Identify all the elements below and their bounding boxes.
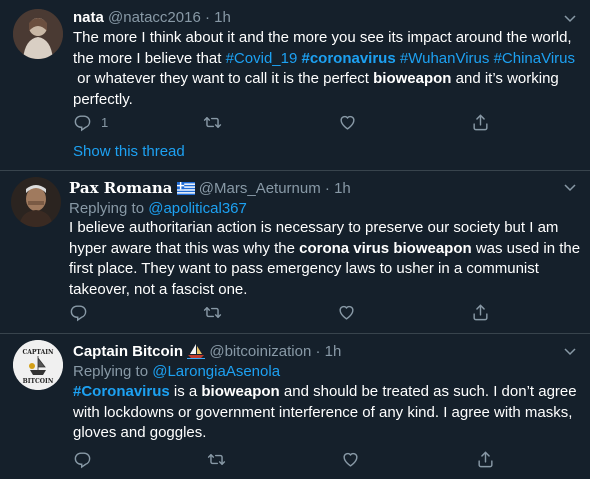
sailboat-icon bbox=[187, 344, 206, 359]
chevron-down-icon[interactable] bbox=[562, 179, 578, 195]
reply-button[interactable]: 1 bbox=[73, 113, 108, 132]
hashtag-link[interactable]: #WuhanVirus bbox=[400, 50, 490, 67]
tweet-text-segment: bioweapon bbox=[373, 70, 452, 87]
replying-to-prefix: Replying to bbox=[73, 363, 149, 380]
share-icon bbox=[471, 303, 490, 322]
timestamp[interactable]: 1h bbox=[334, 180, 351, 197]
tweet[interactable]: CAPTAIN BITCOIN Captain Bitcoin @bitcoin… bbox=[0, 334, 590, 479]
tweet-text-segment: the more I believe that bbox=[73, 49, 226, 67]
chevron-down-icon[interactable] bbox=[562, 343, 578, 359]
tweet-text-line: with lockdowns or government interferenc… bbox=[73, 403, 578, 424]
tweet-text-segment: The more I think about it and the more y… bbox=[73, 29, 572, 46]
reply-icon bbox=[73, 113, 92, 132]
share-icon bbox=[476, 450, 495, 469]
like-button[interactable] bbox=[337, 303, 356, 322]
like-button[interactable] bbox=[341, 450, 360, 469]
share-button[interactable] bbox=[476, 450, 495, 469]
tweet-text-segment: is a bbox=[169, 383, 202, 400]
replying-to-link[interactable]: @apolitical367 bbox=[148, 200, 247, 217]
tweet[interactable]: Pax Romana @Mars_Aeturnum · 1h Replying … bbox=[0, 171, 590, 333]
replying-to-prefix: Replying to bbox=[69, 200, 145, 217]
reply-icon bbox=[69, 303, 88, 322]
tweet-text-segment: and should be treated as such. I don’t a… bbox=[279, 383, 577, 400]
separator-dot: · bbox=[324, 180, 330, 197]
tweet-text-segment: corona virus bioweapon bbox=[299, 239, 472, 257]
action-bar bbox=[69, 303, 574, 323]
tweet-text-line: #Coronavirus is a bioweapon and should b… bbox=[73, 382, 578, 403]
reply-count: 1 bbox=[101, 115, 109, 130]
timestamp[interactable]: 1h bbox=[214, 9, 231, 26]
share-button[interactable] bbox=[471, 303, 490, 322]
avatar[interactable] bbox=[11, 177, 61, 227]
reply-button[interactable] bbox=[69, 303, 88, 322]
tweet-text-segment: hyper aware that this was why the bbox=[69, 239, 300, 257]
share-icon bbox=[471, 113, 490, 132]
tweet-text-line: takeover, not a fascist one. bbox=[69, 280, 579, 301]
display-name[interactable]: Pax Romana bbox=[69, 179, 172, 197]
retweet-button[interactable] bbox=[203, 303, 222, 322]
display-name[interactable]: Captain Bitcoin bbox=[73, 343, 183, 360]
avatar[interactable]: CAPTAIN BITCOIN bbox=[13, 340, 63, 390]
tweet-text-segment: gloves and goggles. bbox=[73, 424, 207, 441]
retweet-button[interactable] bbox=[203, 113, 222, 132]
timestamp[interactable]: 1h bbox=[325, 343, 342, 360]
tweet-text: I believe authoritarian action is necess… bbox=[69, 218, 581, 301]
hashtag-link[interactable]: #ChinaVirus bbox=[494, 50, 575, 67]
tweet-text-line: the more I believe that #Covid_19 #coron… bbox=[73, 49, 578, 70]
tweet-text-segment: and it’s working bbox=[451, 70, 559, 87]
tweet-text-line: hyper aware that this was why the corona… bbox=[69, 239, 581, 260]
like-button[interactable] bbox=[338, 113, 357, 132]
user-handle[interactable]: @bitcoinization bbox=[209, 343, 311, 360]
retweet-button[interactable] bbox=[207, 450, 226, 469]
show-thread-link[interactable]: Show this thread bbox=[73, 143, 185, 160]
hashtag-link[interactable]: #Coronavirus bbox=[73, 383, 170, 400]
user-handle[interactable]: @Mars_Aeturnum bbox=[199, 180, 321, 197]
action-bar bbox=[73, 450, 578, 470]
replying-to: Replying to @apolitical367 bbox=[69, 200, 247, 218]
heart-icon bbox=[337, 303, 356, 322]
tweet-text-segment: takeover, not a fascist one. bbox=[69, 280, 248, 298]
hashtag-link[interactable]: #coronavirus bbox=[301, 50, 395, 67]
replying-to: Replying to @LarongiaAsenola bbox=[73, 363, 280, 381]
tweet-text-line: I believe authoritarian action is necess… bbox=[69, 218, 579, 239]
tweet-text-line: The more I think about it and the more y… bbox=[73, 28, 578, 49]
tweet-text-segment: I believe authoritarian action is necess… bbox=[69, 219, 559, 236]
tweet[interactable]: nata @natacc2016 · 1h The more I think a… bbox=[0, 0, 590, 170]
separator-dot: · bbox=[315, 343, 321, 360]
avatar[interactable] bbox=[13, 9, 63, 59]
tweet-text-line: first place. They want to pass emergency… bbox=[69, 259, 579, 280]
tweet-text-line: or whatever they want to call it is the … bbox=[73, 69, 578, 90]
tweet-text-segment: bioweapon bbox=[201, 383, 280, 400]
display-name[interactable]: nata bbox=[73, 9, 104, 26]
tweet-text-line: gloves and goggles. bbox=[73, 423, 578, 444]
tweet-text-segment: was used in the bbox=[471, 239, 581, 257]
share-button[interactable] bbox=[471, 113, 490, 132]
chevron-down-icon[interactable] bbox=[562, 10, 578, 26]
heart-icon bbox=[338, 113, 357, 132]
hashtag-link[interactable]: #Covid_19 bbox=[226, 50, 298, 67]
user-handle[interactable]: @natacc2016 bbox=[108, 9, 201, 26]
tweet-text-segment: first place. They want to pass emergency… bbox=[69, 260, 539, 277]
action-bar: 1 bbox=[73, 113, 578, 133]
tweet-text-segment: perfectly. bbox=[73, 90, 133, 108]
avatar-text-bottom: BITCOIN bbox=[23, 378, 54, 385]
avatar-text-top: CAPTAIN bbox=[22, 349, 54, 356]
tweet-text: The more I think about it and the more y… bbox=[73, 28, 578, 110]
greek-flag-icon bbox=[176, 182, 195, 195]
retweet-icon bbox=[207, 450, 226, 469]
tweet-text-line: perfectly. bbox=[73, 90, 578, 111]
separator-dot: · bbox=[204, 9, 210, 26]
heart-icon bbox=[341, 450, 360, 469]
retweet-icon bbox=[203, 303, 222, 322]
replying-to-link[interactable]: @LarongiaAsenola bbox=[152, 363, 280, 380]
tweet-text-segment: with lockdowns or government interferenc… bbox=[73, 403, 573, 421]
tweet-text: #Coronavirus is a bioweapon and should b… bbox=[73, 382, 578, 444]
reply-button[interactable] bbox=[73, 450, 92, 469]
reply-icon bbox=[73, 450, 92, 469]
tweet-text-segment: or whatever they want to call it is the … bbox=[73, 70, 374, 87]
retweet-icon bbox=[203, 113, 222, 132]
